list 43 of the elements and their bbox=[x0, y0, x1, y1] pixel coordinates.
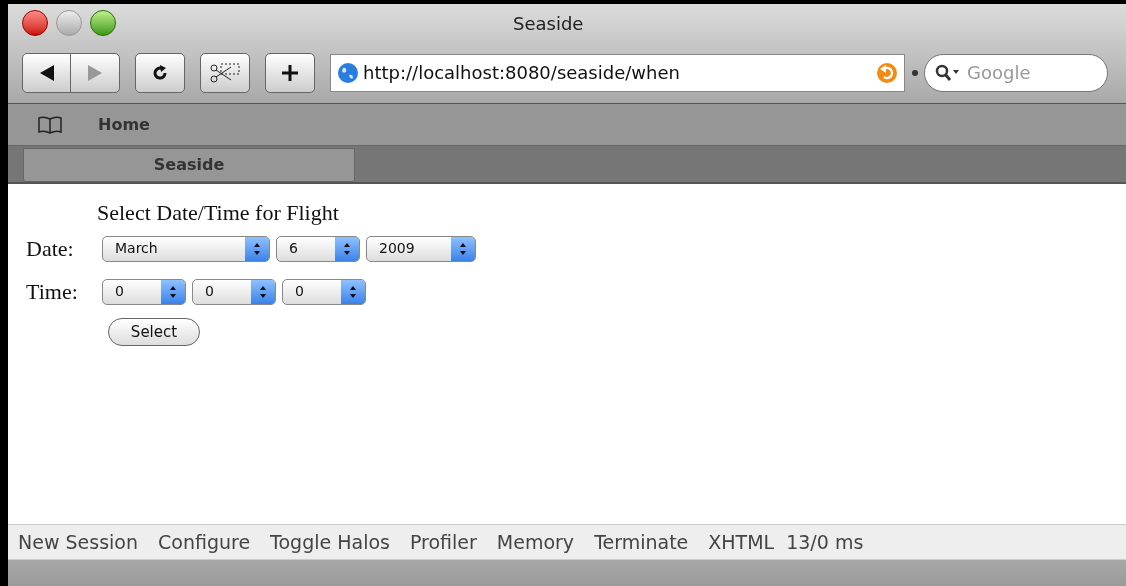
bookmark-link[interactable]: Home bbox=[98, 112, 150, 137]
dropdown-select[interactable]: 0 bbox=[192, 278, 276, 305]
footer-link[interactable]: Configure bbox=[158, 527, 251, 557]
select-button[interactable]: Select bbox=[108, 318, 200, 346]
dropdown-select[interactable]: 0 bbox=[282, 278, 366, 305]
forward-icon bbox=[88, 64, 102, 81]
close-icon[interactable] bbox=[22, 10, 48, 36]
back-icon bbox=[39, 64, 54, 81]
dropdown-select[interactable]: 0 bbox=[102, 278, 186, 305]
add-button[interactable] bbox=[265, 52, 315, 93]
stepper-arrows-icon bbox=[335, 236, 359, 261]
render-time: 13/0 ms bbox=[786, 529, 864, 555]
dropdown-select[interactable]: 6 bbox=[276, 235, 360, 262]
search-icon bbox=[935, 63, 961, 82]
url-text: http://localhost:8080/seaside/when bbox=[363, 61, 681, 85]
dropdown-select[interactable]: March bbox=[102, 235, 270, 262]
reload-button[interactable] bbox=[135, 52, 185, 93]
dropdown-select[interactable]: 2009 bbox=[366, 235, 476, 262]
footer-link[interactable]: New Session bbox=[18, 527, 138, 557]
stepper-arrows-icon bbox=[161, 279, 185, 304]
window-title: Seaside bbox=[513, 11, 584, 36]
search-placeholder: Google bbox=[967, 61, 1031, 85]
footer-link[interactable]: Memory bbox=[496, 527, 575, 557]
footer-link[interactable]: XHTML bbox=[708, 527, 775, 557]
scissors-icon bbox=[209, 61, 241, 84]
stepper-arrows-icon bbox=[245, 236, 269, 261]
footer-link[interactable]: Profiler bbox=[409, 527, 477, 557]
footer-link[interactable]: Toggle Halos bbox=[270, 527, 390, 557]
page-heading: Select Date/Time for Flight bbox=[97, 200, 340, 226]
field-label: Time: bbox=[26, 278, 79, 306]
footer-link[interactable]: Terminate bbox=[594, 527, 689, 557]
address-field[interactable]: http://localhost:8080/seaside/when bbox=[330, 53, 905, 92]
tab[interactable]: Seaside bbox=[23, 148, 355, 182]
plus-icon bbox=[281, 63, 299, 82]
snip-button[interactable] bbox=[200, 52, 250, 93]
book-icon[interactable] bbox=[38, 115, 62, 134]
zoom-icon[interactable] bbox=[90, 10, 116, 36]
field-label: Date: bbox=[26, 235, 75, 263]
globe-icon bbox=[337, 61, 359, 84]
stepper-arrows-icon bbox=[451, 236, 475, 261]
stepper-arrows-icon bbox=[251, 279, 275, 304]
stepper-arrows-icon bbox=[341, 279, 365, 304]
reload-icon bbox=[151, 63, 169, 82]
